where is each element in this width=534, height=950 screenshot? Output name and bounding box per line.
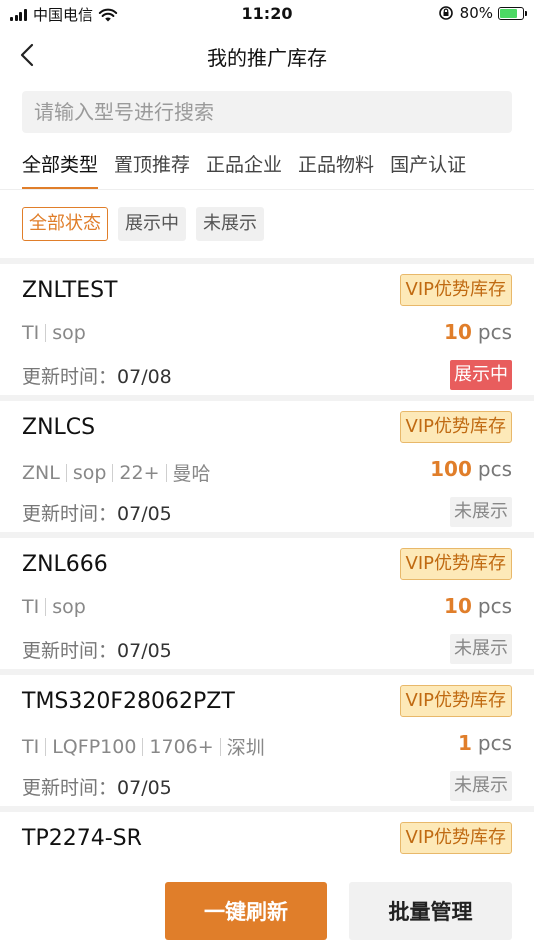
item-model: TMS320F28062PZT [22,689,235,714]
tab-genuine-material[interactable]: 正品物料 [298,146,374,190]
item-attributes: TI sop [22,596,86,618]
updated-date: 07/05 [117,503,172,525]
quantity-unit: pcs [477,594,512,618]
updated-label: 更新时间： [22,640,118,662]
item-batch: 22+ [119,461,160,484]
tab-pinned[interactable]: 置顶推荐 [114,146,190,190]
item-attributes: TI sop [22,322,86,344]
item-model: TP2274-SR [22,826,142,851]
status-right: 80% [438,4,527,22]
status-filters: 全部状态 展示中 未展示 [22,207,274,241]
item-brand: TI [22,735,40,758]
item-quantity: 1 pcs [458,731,512,755]
quantity-value: 10 [444,594,472,618]
item-quantity: 10 pcs [444,594,512,618]
type-tabs: 全部类型 置顶推荐 正品企业 正品物料 国产认证 [22,146,534,190]
item-updated: 更新时间：07/05 [22,499,172,526]
quantity-unit: pcs [477,457,512,481]
tab-all-types[interactable]: 全部类型 [22,146,99,190]
item-brand: TI [22,596,40,618]
inventory-list: ZNLTEST VIP优势库存 TI sop 10 pcs 更新时间：07/08 … [0,258,534,943]
item-quantity: 100 pcs [430,457,512,481]
status-badge: 展示中 [450,360,512,390]
item-attributes: TI LQFP100 1706+ 深圳 [22,733,265,760]
page-title: 我的推广库存 [207,46,327,70]
vip-badge: VIP优势库存 [399,822,512,854]
item-package: sop [52,596,86,618]
updated-label: 更新时间： [22,366,118,388]
filter-not-showing[interactable]: 未展示 [196,207,264,241]
status-badge: 未展示 [450,771,512,801]
refresh-all-button[interactable]: 一键刷新 [165,882,327,940]
quantity-value: 1 [457,731,472,755]
quantity-unit: pcs [477,320,512,344]
item-quantity: 10 pcs [444,320,512,344]
vip-badge: VIP优势库存 [399,274,512,306]
item-package: sop [52,322,86,344]
item-updated: 更新时间：07/05 [22,636,172,663]
updated-label: 更新时间： [22,503,118,525]
batch-manage-button[interactable]: 批量管理 [349,882,512,940]
quantity-value: 10 [444,320,472,344]
item-model: ZNLCS [22,415,96,440]
list-item[interactable]: ZNLCS VIP优势库存 ZNL sop 22+ 曼哈 100 pcs 更新时间… [0,395,534,532]
vip-badge: VIP优势库存 [399,685,512,717]
item-updated: 更新时间：07/08 [22,362,172,389]
item-brand: TI [22,322,40,344]
rotation-lock-icon [438,6,453,20]
status-bar: 中国电信 11:20 80% [0,0,534,28]
item-batch: 1706+ [149,735,214,758]
battery-percent: 80% [459,4,493,22]
updated-date: 07/08 [117,366,172,388]
item-package: sop [72,461,107,484]
updated-label: 更新时间： [22,777,118,799]
vip-badge: VIP优势库存 [399,548,512,580]
item-attributes: ZNL sop 22+ 曼哈 [22,459,211,486]
list-item[interactable]: ZNL666 VIP优势库存 TI sop 10 pcs 更新时间：07/05 未… [0,532,534,669]
navigation-bar: 我的推广库存 [0,28,534,82]
item-package: LQFP100 [52,735,137,758]
list-item[interactable]: ZNLTEST VIP优势库存 TI sop 10 pcs 更新时间：07/08 … [0,258,534,395]
bottom-action-bar: 一键刷新 批量管理 [0,870,534,950]
item-model: ZNLTEST [22,278,118,303]
item-updated: 更新时间：07/05 [22,773,172,800]
tab-domestic-certified[interactable]: 国产认证 [390,146,466,190]
status-badge: 未展示 [450,497,512,527]
battery-icon [498,6,527,20]
list-item[interactable]: TMS320F28062PZT VIP优势库存 TI LQFP100 1706+… [0,669,534,806]
quantity-value: 100 [430,457,472,481]
vip-badge: VIP优势库存 [399,411,512,443]
item-location: 曼哈 [172,463,211,485]
tab-divider [0,189,534,190]
filter-showing[interactable]: 展示中 [118,207,186,241]
tab-genuine-company[interactable]: 正品企业 [206,146,282,190]
item-model: ZNL666 [22,552,108,577]
status-badge: 未展示 [450,634,512,664]
filter-all-status[interactable]: 全部状态 [22,207,108,241]
item-location: 深圳 [226,737,265,759]
updated-date: 07/05 [117,640,172,662]
updated-date: 07/05 [117,777,172,799]
quantity-unit: pcs [477,731,512,755]
search-input[interactable] [22,91,512,133]
item-brand: ZNL [22,461,60,484]
